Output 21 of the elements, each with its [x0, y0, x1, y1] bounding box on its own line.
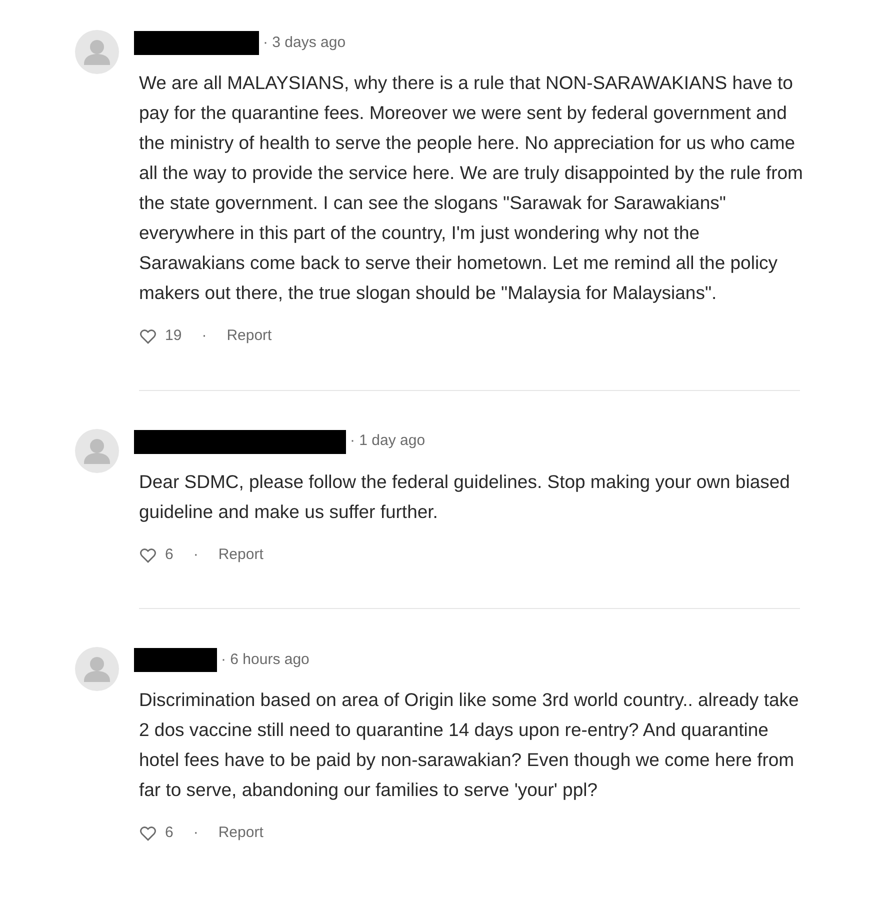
comment-text: Dear SDMC, please follow the federal guidelines. Stop making your own biased guideline and make us suffer further.	[139, 470, 791, 524]
avatar-icon	[75, 30, 119, 74]
heart-icon[interactable]	[139, 546, 157, 563]
separator-dot: ·	[193, 823, 198, 843]
like-count: 6	[165, 823, 174, 843]
comment-text: We are all MALAYSIANS, why there is a rule that NON-SARAWAKIANS have to pay for the quarantine fees. Moreover we were sent by federal government and the ministry of health to serve the people here. No appreciation for us who came all the way to provide the service here. We are truly disappointed by the rule from the state government. I can see the slogans "Sarawak for Sarawakians" everywhere in this part of the country, I'm just wondering why not the Sarawakians come back to serve their hometown. Let me remind all the policy makers out there, the true slogan should be "Malaysia for Malaysians".	[139, 71, 804, 305]
avatar-icon	[75, 647, 119, 691]
separator-dot: ·	[193, 544, 198, 564]
report-link[interactable]: Report	[218, 822, 264, 844]
avatar-icon	[75, 428, 119, 472]
heart-icon[interactable]	[139, 825, 157, 842]
report-link[interactable]: Report	[218, 544, 264, 566]
separator-dot: ·	[202, 326, 207, 346]
comment-text: Discrimination based on area of Origin like some 3rd world country.. already take 2 dos vaccine still need to quarantine 14 days upon re-entry? And quarantine hotel fees have to be paid by non-sarawakian? Even though we come here from far to serve, abandoning our families to serve 'your' ppl?	[139, 688, 800, 802]
like-count: 19	[165, 326, 182, 346]
report-link[interactable]: Report	[226, 325, 272, 348]
timestamp: · 6 hours ago	[221, 650, 310, 670]
timestamp: · 1 day ago	[350, 431, 426, 452]
timestamp: · 3 days ago	[263, 32, 346, 53]
like-count: 6	[165, 544, 174, 564]
heart-icon[interactable]	[139, 328, 157, 344]
